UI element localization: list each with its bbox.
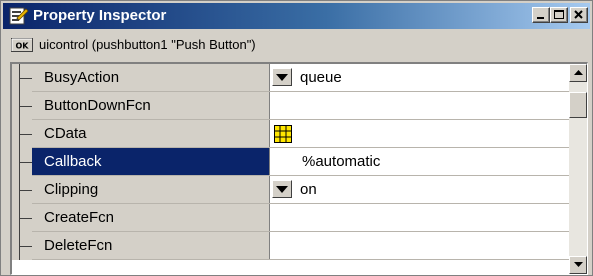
tree-connector (12, 92, 32, 120)
property-name-cell[interactable]: DeleteFcn (32, 232, 270, 259)
property-name-cell[interactable]: Clipping (32, 176, 270, 203)
property-row[interactable]: DeleteFcn (12, 232, 570, 260)
tree-connector (12, 176, 32, 204)
property-name-cell[interactable]: CData (32, 120, 270, 147)
arrow-down-icon (574, 262, 583, 267)
window-title: Property Inspector (33, 7, 167, 24)
property-grid: BusyAction queue ButtonDownFcn CData Callbac… (10, 62, 588, 275)
property-inspector-window: Property Inspector OK uicontrol (pushbut… (0, 0, 593, 276)
property-row[interactable]: CreateFcn (12, 204, 570, 232)
property-value-cell[interactable] (270, 120, 570, 147)
property-row[interactable]: Clipping on (12, 176, 570, 204)
maximize-icon (554, 10, 564, 19)
property-inspector-icon (9, 7, 29, 25)
property-name-cell[interactable]: ButtonDownFcn (32, 92, 270, 119)
object-header: OK uicontrol (pushbutton1 "Push Button") (11, 34, 256, 56)
property-value: on (300, 181, 317, 198)
property-name: ButtonDownFcn (44, 97, 151, 114)
property-name-cell[interactable]: Callback (32, 148, 270, 175)
scroll-down-button[interactable] (569, 256, 587, 274)
minimize-button[interactable] (532, 7, 550, 23)
object-description: uicontrol (pushbutton1 "Push Button") (39, 37, 256, 52)
arrow-up-icon (574, 70, 583, 75)
chevron-down-icon (276, 74, 288, 81)
tree-connector (12, 148, 32, 176)
scroll-up-button[interactable] (569, 64, 587, 82)
property-row[interactable]: ButtonDownFcn (12, 92, 570, 120)
tree-connector (12, 204, 32, 232)
title-bar[interactable]: Property Inspector (3, 3, 590, 29)
property-value-cell[interactable]: on (270, 176, 570, 203)
property-row[interactable]: BusyAction queue (12, 64, 570, 92)
property-value-cell[interactable] (270, 232, 570, 259)
property-value-cell[interactable]: %automatic (270, 148, 570, 175)
property-name-cell[interactable]: CreateFcn (32, 204, 270, 231)
cdata-grid-icon[interactable] (274, 125, 292, 143)
property-name: DeleteFcn (44, 237, 113, 254)
tree-connector (12, 232, 32, 260)
property-name: Callback (44, 153, 102, 170)
close-icon (574, 10, 583, 19)
ok-button-icon: OK (11, 37, 33, 52)
svg-text:OK: OK (16, 41, 30, 50)
property-row[interactable]: Callback %automatic (12, 148, 570, 176)
property-value: %automatic (302, 153, 381, 170)
close-button[interactable] (570, 7, 588, 23)
property-value-cell[interactable]: queue (270, 64, 570, 91)
chevron-down-icon (276, 186, 288, 193)
value-dropdown-button[interactable] (272, 180, 292, 198)
property-value-cell[interactable] (270, 204, 570, 231)
tree-connector (12, 64, 32, 92)
scroll-thumb[interactable] (569, 92, 587, 118)
property-name: CreateFcn (44, 209, 115, 226)
property-value: queue (300, 69, 342, 86)
property-name: BusyAction (44, 69, 120, 86)
value-dropdown-button[interactable] (272, 68, 292, 86)
minimize-icon (537, 17, 544, 19)
maximize-button[interactable] (550, 7, 568, 23)
property-value-cell[interactable] (270, 92, 570, 119)
tree-connector (12, 120, 32, 148)
property-name-cell[interactable]: BusyAction (32, 64, 270, 91)
property-name: CData (44, 125, 87, 142)
property-row[interactable]: CData (12, 120, 570, 148)
vertical-scrollbar[interactable] (569, 64, 587, 274)
property-name: Clipping (44, 181, 99, 198)
